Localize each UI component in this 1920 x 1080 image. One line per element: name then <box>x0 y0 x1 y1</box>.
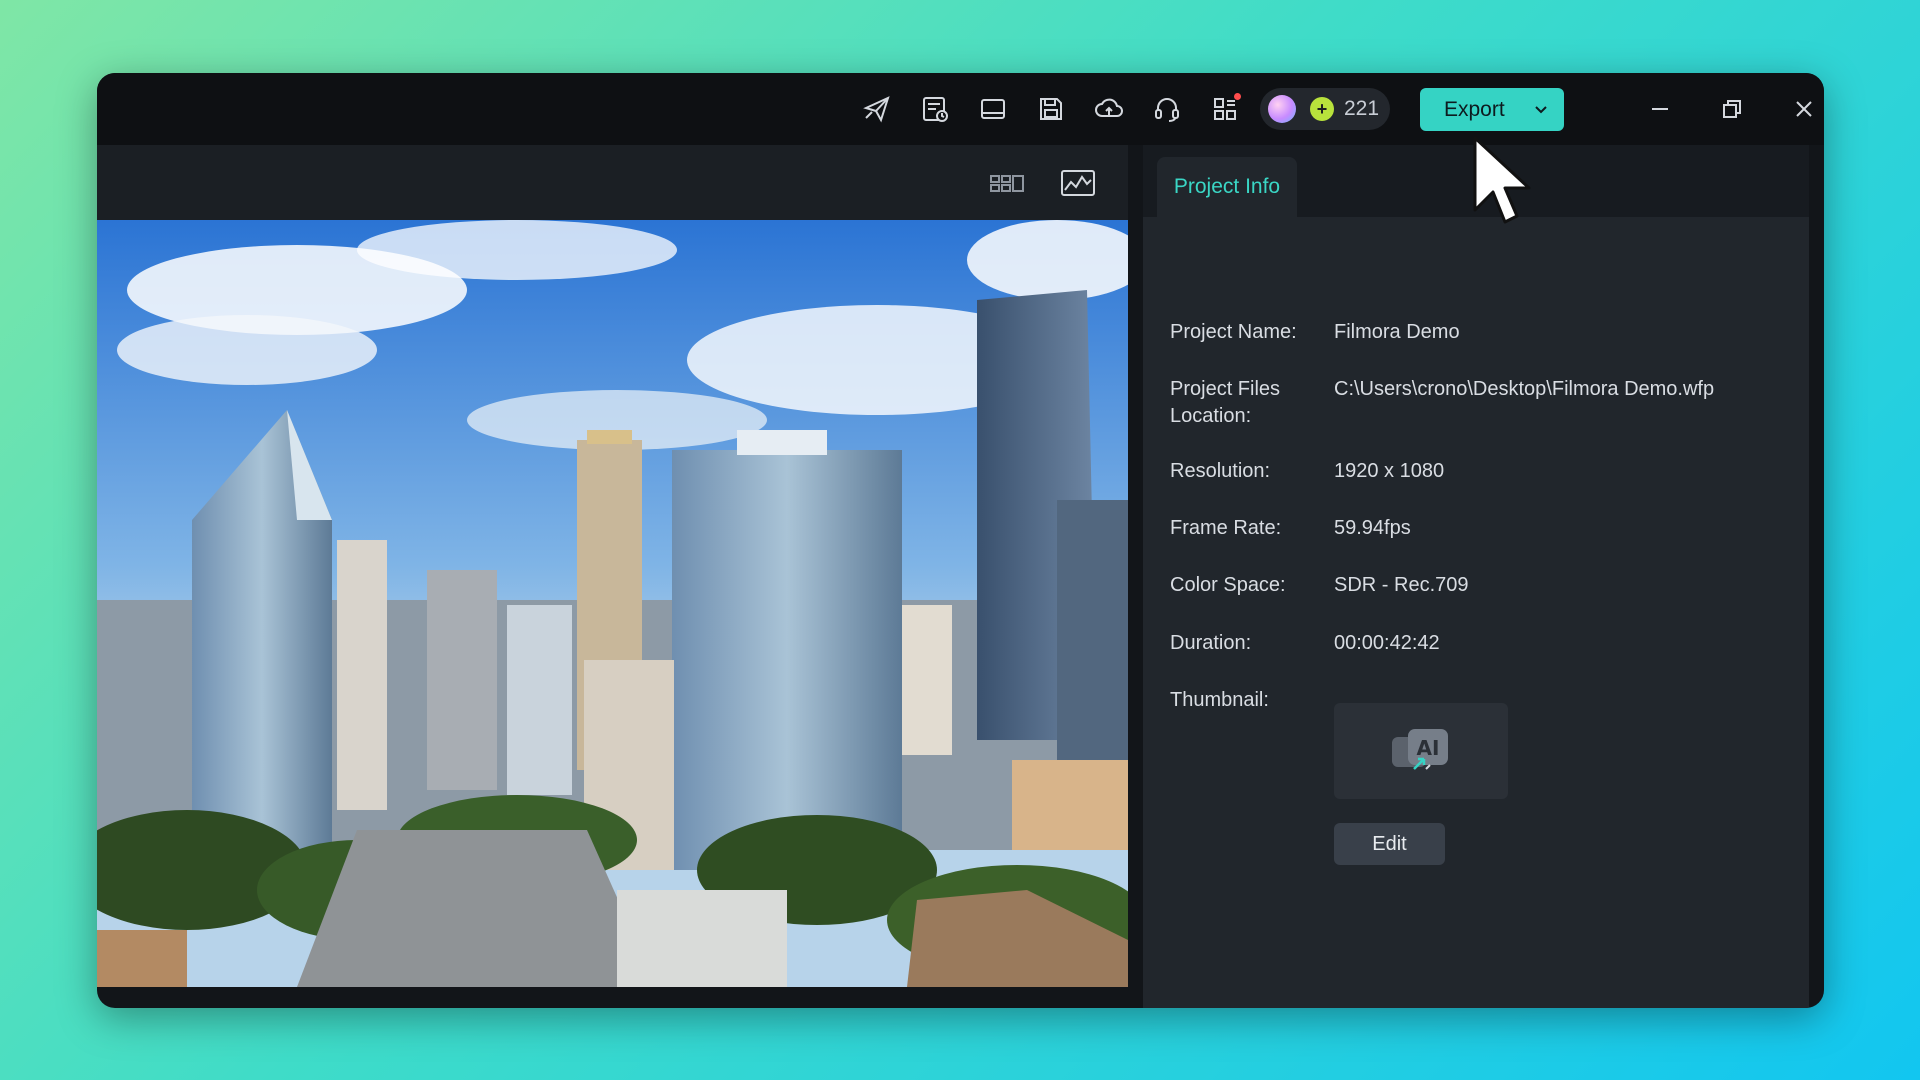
share-icon[interactable] <box>855 87 899 131</box>
grid-view-icon[interactable] <box>987 163 1027 203</box>
export-button[interactable]: Export <box>1420 88 1564 131</box>
frame-rate-value: 59.94fps <box>1334 517 1411 539</box>
minimize-button[interactable] <box>1642 91 1678 127</box>
restore-button[interactable] <box>1714 91 1750 127</box>
task-list-icon[interactable] <box>913 87 957 131</box>
app-window: + 221 Export Project Info Project Name: … <box>97 73 1824 1008</box>
video-preview[interactable] <box>97 220 1128 987</box>
avatar[interactable] <box>1268 95 1296 123</box>
close-button[interactable] <box>1786 91 1822 127</box>
minimize-icon <box>1652 108 1668 110</box>
save-icon[interactable] <box>1029 87 1073 131</box>
files-location-value: C:\Users\crono\Desktop\Filmora Demo.wfp <box>1334 378 1715 400</box>
export-label: Export <box>1444 97 1505 121</box>
project-info-panel: Project Info Project Name: Filmora Demo … <box>1143 145 1809 1008</box>
tab-project-info[interactable]: Project Info <box>1157 157 1297 217</box>
close-icon <box>1796 101 1812 117</box>
thumbnail-preview[interactable]: AI <box>1334 703 1508 799</box>
chevron-down-icon[interactable] <box>1532 100 1550 118</box>
support-headset-icon[interactable] <box>1145 87 1189 131</box>
credits-badge[interactable]: + 221 <box>1260 88 1390 130</box>
ai-thumbnail-icon: AI <box>1392 729 1448 770</box>
frame-rate-label: Frame Rate: <box>1170 517 1282 539</box>
thumbnail-label: Thumbnail: <box>1170 689 1269 711</box>
coin-icon: + <box>1310 97 1334 121</box>
duration-value: 00:00:42:42 <box>1334 632 1440 654</box>
mouse-cursor-icon <box>1473 136 1531 224</box>
apps-grid-icon[interactable] <box>1203 87 1247 131</box>
preview-toolbar <box>97 145 1128 220</box>
project-name-value: Filmora Demo <box>1334 321 1460 343</box>
duration-label: Duration: <box>1170 632 1252 654</box>
files-location-label-line2: Location: <box>1170 405 1252 427</box>
restore-icon <box>1723 100 1741 118</box>
edit-thumbnail-button[interactable]: Edit <box>1334 823 1445 865</box>
files-location-label-line1: Project Files <box>1170 378 1281 400</box>
waveform-scope-icon[interactable] <box>1058 163 1098 203</box>
color-space-label: Color Space: <box>1170 574 1286 596</box>
resolution-value: 1920 x 1080 <box>1334 460 1445 482</box>
project-name-label: Project Name: <box>1170 321 1297 343</box>
cloud-upload-icon[interactable] <box>1087 87 1131 131</box>
files-location-label: Project Files Location: <box>1170 376 1330 430</box>
svg-text:AI: AI <box>1417 736 1440 760</box>
title-bar: + 221 Export <box>97 73 1824 145</box>
color-space-value: SDR - Rec.709 <box>1334 574 1469 596</box>
layout-icon[interactable] <box>971 87 1015 131</box>
resolution-label: Resolution: <box>1170 460 1271 482</box>
credits-count: 221 <box>1344 97 1380 120</box>
notification-dot <box>1234 93 1241 100</box>
